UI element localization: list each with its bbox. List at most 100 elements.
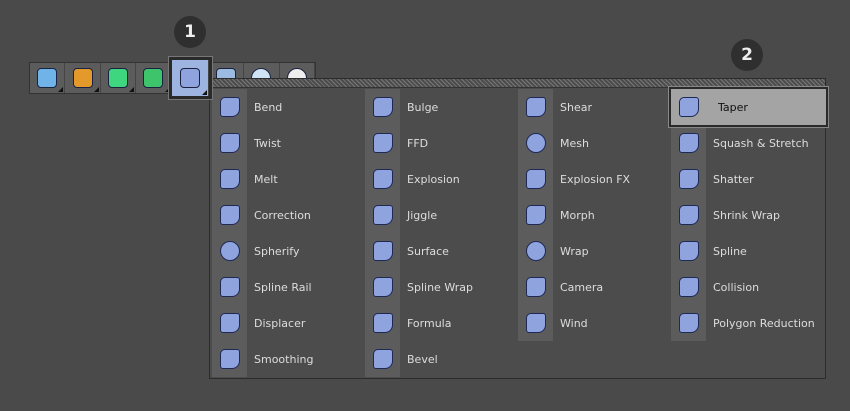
correction-icon-shape bbox=[219, 205, 240, 225]
menu-item-label: Squash & Stretch bbox=[713, 136, 809, 150]
menu-item-spherify[interactable]: Spherify bbox=[212, 233, 365, 269]
spherify-icon-shape bbox=[219, 241, 240, 261]
taper-icon bbox=[671, 97, 706, 117]
menu-item-taper[interactable]: Taper bbox=[669, 87, 828, 127]
toolbar-button-cube[interactable] bbox=[30, 63, 66, 93]
menu-item-label: Correction bbox=[254, 208, 311, 222]
shrink-wrap-icon bbox=[671, 205, 706, 225]
menu-item-polygon-reduction[interactable]: Polygon Reduction bbox=[671, 305, 824, 341]
menu-item-shear[interactable]: Shear bbox=[518, 89, 671, 125]
menu-item-spline-wrap[interactable]: Spline Wrap bbox=[365, 269, 518, 305]
menu-item-label: Formula bbox=[407, 316, 452, 330]
menu-item-bulge[interactable]: Bulge bbox=[365, 89, 518, 125]
shrink-wrap-icon-shape bbox=[678, 205, 699, 225]
menu-item-label: Camera bbox=[560, 280, 604, 294]
explosion-icon bbox=[365, 169, 400, 189]
menu-item-bend[interactable]: Bend bbox=[212, 89, 365, 125]
menu-item-wrap[interactable]: Wrap bbox=[518, 233, 671, 269]
menu-column: Shear Mesh Explosion FX Morph Wrap Camera Wind bbox=[518, 89, 671, 341]
menu-item-mesh[interactable]: Mesh bbox=[518, 125, 671, 161]
menu-item-label: Twist bbox=[254, 136, 281, 150]
spline-icon bbox=[671, 241, 706, 261]
menu-item-ffd[interactable]: FFD bbox=[365, 125, 518, 161]
wind-icon-shape bbox=[525, 313, 546, 333]
spline-rail-icon-shape bbox=[219, 277, 240, 297]
collision-icon-shape bbox=[678, 277, 699, 297]
menu-item-explosion[interactable]: Explosion bbox=[365, 161, 518, 197]
smoothing-icon bbox=[212, 349, 247, 369]
bulge-icon bbox=[365, 97, 400, 117]
menu-item-collision[interactable]: Collision bbox=[671, 269, 824, 305]
submenu-indicator bbox=[201, 90, 207, 95]
menu-item-smoothing[interactable]: Smoothing bbox=[212, 341, 365, 377]
menu-item-label: FFD bbox=[407, 136, 429, 150]
menu-item-shrink-wrap[interactable]: Shrink Wrap bbox=[671, 197, 824, 233]
menu-item-label: Bulge bbox=[407, 100, 439, 114]
menu-item-label: Polygon Reduction bbox=[713, 316, 815, 330]
menu-item-spline-rail[interactable]: Spline Rail bbox=[212, 269, 365, 305]
displacer-icon-shape bbox=[219, 313, 240, 333]
collision-icon bbox=[671, 277, 706, 297]
mesh-icon bbox=[518, 133, 553, 153]
toolbar-button-cloner[interactable] bbox=[136, 63, 172, 93]
menu-item-label: Wind bbox=[560, 316, 588, 330]
menu-item-squash-stretch[interactable]: Squash & Stretch bbox=[671, 125, 824, 161]
squash-stretch-icon bbox=[671, 133, 706, 153]
menu-item-label: Explosion FX bbox=[560, 172, 631, 186]
bend-icon bbox=[212, 97, 247, 117]
toolbar-button-pen[interactable] bbox=[65, 63, 101, 93]
morph-icon bbox=[518, 205, 553, 225]
submenu-indicator bbox=[58, 87, 64, 92]
menu-item-label: Melt bbox=[254, 172, 278, 186]
formula-icon bbox=[365, 313, 400, 333]
menu-item-displacer[interactable]: Displacer bbox=[212, 305, 365, 341]
submenu-indicator bbox=[93, 87, 99, 92]
morph-icon-shape bbox=[525, 205, 546, 225]
menu-item-formula[interactable]: Formula bbox=[365, 305, 518, 341]
menu-column: Bulge FFD Explosion Jiggle Surface Spline Wra… bbox=[365, 89, 518, 377]
menu-item-wind[interactable]: Wind bbox=[518, 305, 671, 341]
explosion-fx-icon-shape bbox=[525, 169, 546, 189]
menu-item-camera[interactable]: Camera bbox=[518, 269, 671, 305]
bevel-icon bbox=[365, 349, 400, 369]
surface-icon-shape bbox=[372, 241, 393, 261]
menu-item-shatter[interactable]: Shatter bbox=[671, 161, 824, 197]
menu-item-label: Morph bbox=[560, 208, 595, 222]
explosion-icon-shape bbox=[372, 169, 393, 189]
menu-item-label: Explosion bbox=[407, 172, 460, 186]
toolbar-button-subdivision[interactable] bbox=[101, 63, 137, 93]
menu-item-label: Shrink Wrap bbox=[713, 208, 780, 222]
submenu-indicator bbox=[164, 87, 170, 92]
menu-item-surface[interactable]: Surface bbox=[365, 233, 518, 269]
menu-item-explosion-fx[interactable]: Explosion FX bbox=[518, 161, 671, 197]
menu-item-melt[interactable]: Melt bbox=[212, 161, 365, 197]
menu-item-correction[interactable]: Correction bbox=[212, 197, 365, 233]
callout-badge-1: 1 bbox=[174, 16, 206, 48]
menu-item-twist[interactable]: Twist bbox=[212, 125, 365, 161]
menu-item-label: Surface bbox=[407, 244, 449, 258]
shear-icon-shape bbox=[525, 97, 546, 117]
menu-item-jiggle[interactable]: Jiggle bbox=[365, 197, 518, 233]
explosion-fx-icon bbox=[518, 169, 553, 189]
jiggle-icon-shape bbox=[372, 205, 393, 225]
callout-badge-2: 2 bbox=[731, 39, 763, 71]
menu-item-label: Displacer bbox=[254, 316, 306, 330]
menu-tearoff-handle[interactable] bbox=[210, 79, 825, 88]
twist-icon-shape bbox=[219, 133, 240, 153]
bend-icon-shape bbox=[219, 97, 240, 117]
twist-icon bbox=[212, 133, 247, 153]
menu-item-label: Bevel bbox=[407, 352, 438, 366]
menu-item-bevel[interactable]: Bevel bbox=[365, 341, 518, 377]
menu-item-spline[interactable]: Spline bbox=[671, 233, 824, 269]
toolbar-button-deformers[interactable] bbox=[168, 57, 212, 99]
spherify-icon bbox=[212, 241, 247, 261]
menu-item-label: Taper bbox=[718, 100, 748, 114]
menu-item-label: Spherify bbox=[254, 244, 300, 258]
ffd-icon bbox=[365, 133, 400, 153]
menu-item-morph[interactable]: Morph bbox=[518, 197, 671, 233]
spline-icon-shape bbox=[678, 241, 699, 261]
menu-item-label: Spline bbox=[713, 244, 747, 258]
menu-item-label: Bend bbox=[254, 100, 283, 114]
menu-item-label: Collision bbox=[713, 280, 760, 294]
camera-icon bbox=[518, 277, 553, 297]
